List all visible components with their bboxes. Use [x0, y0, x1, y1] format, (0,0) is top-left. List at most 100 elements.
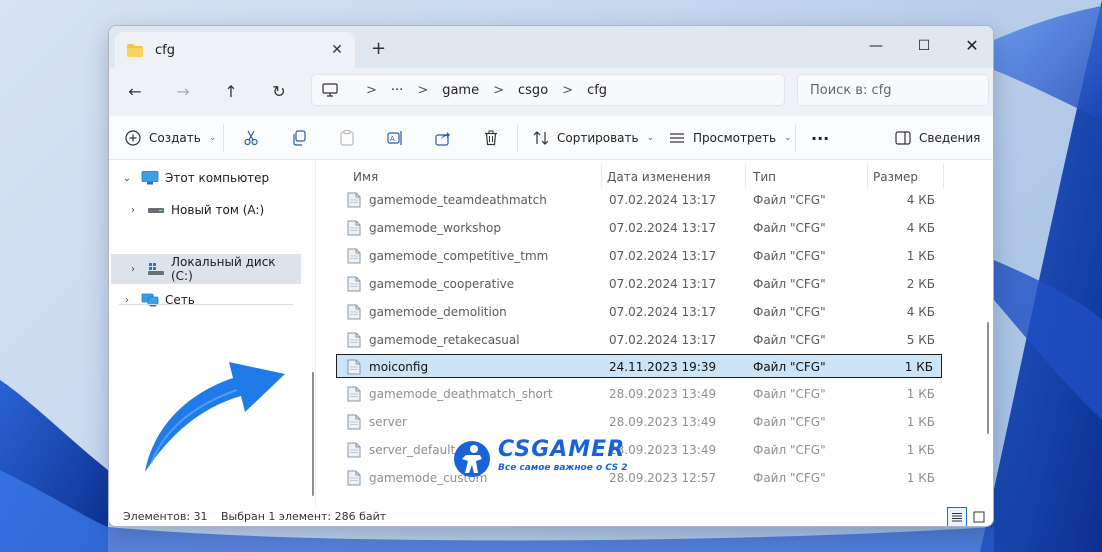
toolbar-divider [223, 124, 224, 152]
monitor-icon [322, 83, 338, 97]
file-row[interactable]: moiconfig 24.11.2023 19:39 Файл "CFG" 1 КБ [336, 354, 942, 378]
sidebar-item-local-disk[interactable]: › Локальный диск (C:) [111, 254, 301, 284]
delete-button[interactable] [483, 126, 499, 150]
more-options-button[interactable]: ··· [811, 126, 829, 150]
file-type: Файл "CFG" [753, 277, 826, 291]
column-header-size[interactable]: Размер [873, 166, 918, 188]
column-separator[interactable] [867, 164, 868, 188]
clipboard-icon [340, 130, 354, 146]
chevron-down-icon: ⌄ [646, 133, 655, 143]
breadcrumb-game[interactable]: game [442, 83, 479, 98]
cut-button[interactable] [243, 126, 259, 150]
tiles-view-icon [973, 511, 985, 523]
file-type: Файл "CFG" [753, 249, 826, 263]
details-pane-button[interactable]: Сведения [895, 126, 980, 150]
up-arrow-icon[interactable]: ↑ [219, 80, 243, 104]
file-row[interactable]: gamemode_workshop 07.02.2024 13:17 Файл "C… [337, 216, 943, 240]
file-row[interactable]: gamemode_competitive_tmm 07.02.2024 13:17… [337, 244, 943, 268]
details-pane-icon [895, 131, 911, 145]
paste-button[interactable] [339, 126, 355, 150]
share-button[interactable] [435, 126, 451, 150]
address-bar[interactable]: > ··· > game > csgo > cfg [311, 74, 785, 106]
sidebar-scrollbar[interactable] [312, 372, 314, 496]
file-date: 07.02.2024 13:17 [609, 249, 717, 263]
tiles-view-button[interactable] [969, 507, 989, 526]
file-row[interactable]: gamemode_retakecasual 07.02.2024 13:17 Фай… [337, 328, 943, 352]
title-bar: cfg ✕ + — ☐ ✕ [109, 26, 993, 68]
search-input[interactable] [798, 75, 988, 105]
column-separator[interactable] [601, 164, 602, 188]
file-type: Файл "CFG" [753, 221, 826, 235]
file-size: 4 КБ [906, 221, 935, 235]
file-list: Имя Дата изменения Тип Размер gamemode_t… [317, 160, 993, 506]
copy-button[interactable] [291, 126, 307, 150]
file-size: 1 КБ [906, 249, 935, 263]
minimize-button[interactable]: — [853, 32, 899, 60]
file-row[interactable]: gamemode_teamdeathmatch 07.02.2024 13:17 Ф… [337, 188, 943, 212]
plus-circle-icon [125, 130, 141, 146]
chevron-right-icon[interactable]: › [125, 264, 141, 275]
file-name: gamemode_retakecasual [369, 333, 520, 347]
file-type: Файл "CFG" [753, 415, 826, 429]
cfg-file-icon [347, 414, 361, 430]
navigation-pane: ⌄ Этот компьютер › Новый том (A:) › Лока… [109, 160, 315, 506]
tab-cfg[interactable]: cfg ✕ [115, 32, 355, 68]
maximize-button[interactable]: ☐ [901, 32, 947, 60]
file-row[interactable]: gamemode_cooperative 07.02.2024 13:17 Файл… [337, 272, 943, 296]
create-button[interactable]: Создать ⌄ [125, 126, 216, 150]
search-box[interactable] [797, 74, 989, 106]
cfg-file-icon [347, 386, 361, 402]
file-name: server [369, 415, 407, 429]
file-row[interactable]: gamemode_demolition 07.02.2024 13:17 Файл … [337, 300, 943, 324]
cfg-file-icon [347, 192, 361, 208]
column-header-type[interactable]: Тип [753, 166, 776, 188]
file-type: Файл "CFG" [753, 471, 826, 485]
sidebar-item-new-volume[interactable]: › Новый том (A:) [125, 198, 303, 222]
breadcrumb-cfg[interactable]: cfg [587, 83, 607, 98]
forward-arrow-icon[interactable]: → [171, 80, 195, 104]
cfg-file-icon [347, 442, 361, 458]
file-row[interactable]: gamemode_deathmatch_short 28.09.2023 13:4… [337, 382, 943, 406]
sidebar-item-label: Локальный диск (C:) [170, 255, 276, 283]
sidebar-item-this-pc[interactable]: ⌄ Этот компьютер [119, 166, 303, 190]
cfg-file-icon [347, 276, 361, 292]
file-size: 5 КБ [906, 333, 935, 347]
rename-button[interactable]: A [387, 126, 403, 150]
view-list-icon [670, 133, 684, 143]
column-separator[interactable] [745, 164, 746, 188]
file-row[interactable]: gamemode_custom 28.09.2023 12:57 Файл "CFG… [337, 466, 943, 490]
column-header-name[interactable]: Имя [353, 166, 378, 188]
file-size: 1 КБ [904, 360, 933, 374]
sidebar-item-network[interactable]: › Сеть [119, 288, 303, 312]
breadcrumb-separator: > [562, 82, 574, 98]
chevron-down-icon[interactable]: ⌄ [119, 173, 135, 184]
close-window-button[interactable]: ✕ [949, 32, 993, 60]
file-type: Файл "CFG" [753, 360, 826, 374]
file-type: Файл "CFG" [753, 443, 826, 457]
file-row[interactable]: server 28.09.2023 13:49 Файл "CFG" 1 КБ [337, 410, 943, 434]
breadcrumb-csgo[interactable]: csgo [518, 83, 548, 98]
tab-close-icon[interactable]: ✕ [329, 42, 345, 58]
back-arrow-icon[interactable]: ← [123, 80, 147, 104]
breadcrumb-ellipsis[interactable]: ··· [391, 83, 403, 98]
refresh-icon[interactable]: ↻ [267, 80, 291, 104]
copy-icon [293, 130, 306, 146]
sort-button[interactable]: Сортировать ⌄ [533, 126, 654, 150]
file-list-scrollbar[interactable] [987, 322, 989, 434]
file-row[interactable]: server_default 28.09.2023 13:49 Файл "CFG"… [337, 438, 943, 462]
details-view-button[interactable] [947, 507, 967, 526]
status-bar: Элементов: 31 Выбран 1 элемент: 286 байт [109, 506, 993, 526]
file-date: 28.09.2023 13:49 [609, 387, 717, 401]
column-header-date[interactable]: Дата изменения [607, 166, 711, 188]
new-tab-button[interactable]: + [371, 38, 386, 59]
chevron-right-icon[interactable]: › [125, 205, 141, 216]
curved-arrow-graphic [145, 362, 285, 472]
file-type: Файл "CFG" [753, 333, 826, 347]
toolbar-divider [795, 124, 796, 152]
file-name: server_default [369, 443, 456, 457]
pane-divider[interactable] [315, 160, 316, 506]
file-date: 28.09.2023 13:49 [609, 443, 717, 457]
column-separator[interactable] [943, 164, 944, 188]
view-button[interactable]: Просмотреть ⌄ [669, 126, 792, 150]
file-date: 07.02.2024 13:17 [609, 193, 717, 207]
